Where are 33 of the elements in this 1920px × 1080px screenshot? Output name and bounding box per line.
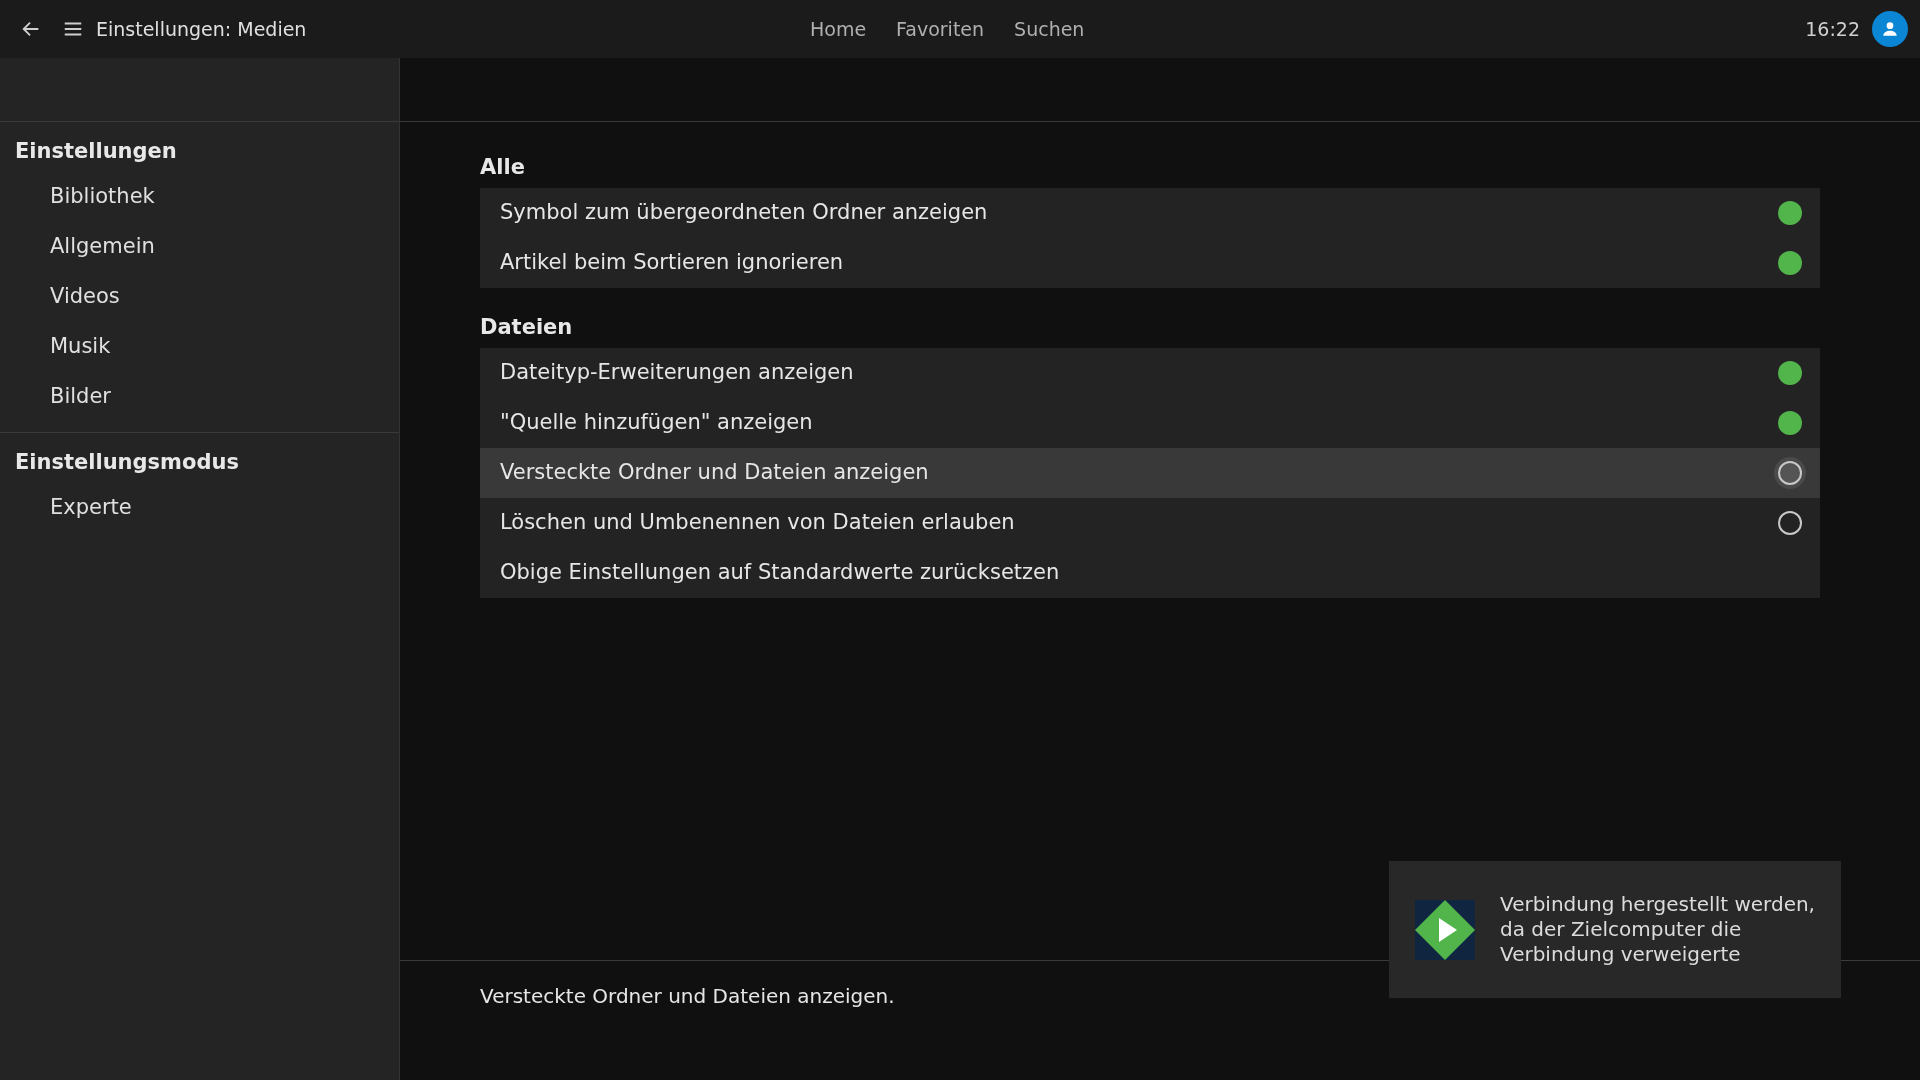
sidebar-item[interactable]: Bibliothek — [0, 172, 399, 222]
toggle-on-icon[interactable] — [1778, 361, 1802, 385]
section-heading: Alle — [480, 154, 526, 182]
setting-label: Dateityp-Erweiterungen anzeigen — [500, 359, 855, 387]
toggle-on-icon[interactable] — [1778, 411, 1802, 435]
setting-label: Versteckte Ordner und Dateien anzeigen — [500, 459, 930, 487]
sidebar-heading: Einstellungen — [14, 138, 178, 166]
setting-label: Symbol zum übergeordneten Ordner anzeigen — [500, 199, 989, 227]
nav-link[interactable]: Suchen — [1014, 14, 1085, 44]
notification-message: Verbindung hergestellt werden, da der Zielcomputer die Verbindung verweigerte — [1500, 892, 1815, 967]
nav-link[interactable]: Home — [810, 14, 867, 44]
setting-label: Obige Einstellungen auf Standardwerte zurücksetzen — [500, 559, 1061, 587]
nav-link[interactable]: Favoriten — [896, 14, 985, 44]
setting-row[interactable]: Versteckte Ordner und Dateien anzeigen — [480, 448, 1820, 498]
sidebar-item[interactable]: Musik — [0, 322, 399, 372]
sidebar-item[interactable]: Videos — [0, 272, 399, 322]
sidebar-heading: Einstellungsmodus — [14, 449, 240, 477]
page-title: Einstellungen: Medien — [96, 16, 307, 42]
toggle-off-icon[interactable] — [1778, 461, 1802, 485]
toggle-on-icon[interactable] — [1778, 251, 1802, 275]
toggle-off-icon[interactable] — [1778, 511, 1802, 535]
sidebar-item[interactable]: Bilder — [0, 372, 399, 422]
setting-description: Versteckte Ordner und Dateien anzeigen. — [480, 984, 895, 1008]
setting-label: Artikel beim Sortieren ignorieren — [500, 249, 845, 277]
app-logo-icon — [1415, 899, 1475, 960]
toggle-on-icon[interactable] — [1778, 201, 1802, 225]
section-heading: Dateien — [480, 314, 574, 342]
sidebar-item[interactable]: Experte — [0, 483, 399, 533]
setting-label: "Quelle hinzufügen" anzeigen — [500, 409, 814, 437]
sidebar-item[interactable]: Allgemein — [0, 222, 399, 272]
setting-label: Löschen und Umbenennen von Dateien erlauben — [500, 509, 1016, 537]
clock-time: 16:22 — [1805, 16, 1860, 42]
user-avatar-icon[interactable] — [1872, 11, 1908, 47]
